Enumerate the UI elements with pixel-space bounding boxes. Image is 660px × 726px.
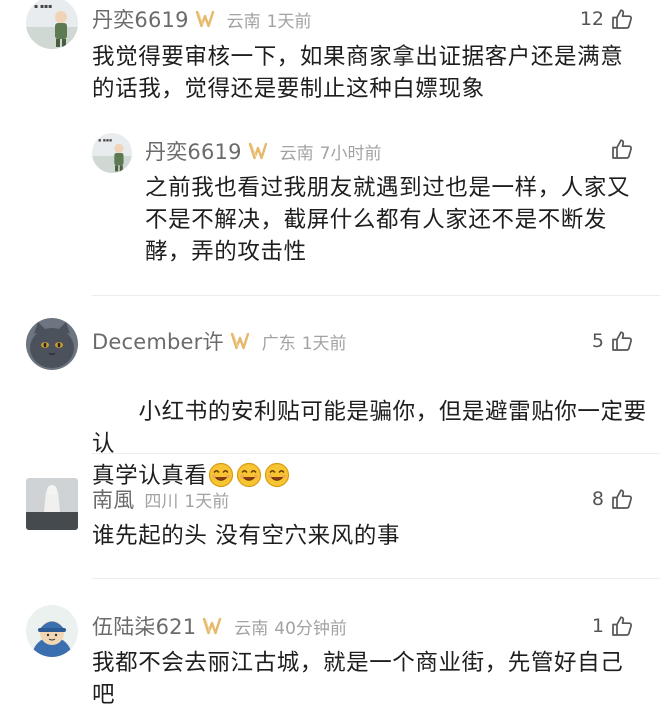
comment-meta: 伍陆柒621 云南 40分钟前 [92,611,347,641]
vip-badge-icon [228,330,252,352]
thumbs-up-icon [612,616,633,636]
username[interactable]: 南風 [92,484,134,514]
svg-text:▪ ▪▪▪: ▪ ▪▪▪ [34,3,52,10]
location: 四川 [144,491,179,512]
location: 广东 [261,333,296,354]
comment-item: 南風 四川 1天前 8 谁先起的头 没有空穴来风的事 [0,454,660,578]
like-button[interactable]: 5 [592,326,634,356]
timestamp: 1天前 [266,11,312,32]
location: 云南 [226,11,261,32]
comment-text: 谁先起的头 没有空穴来风的事 [92,523,401,549]
avatar[interactable] [26,318,78,370]
username[interactable]: December许 [92,326,224,356]
reply-meta: 丹奕6619 云南 7小时前 [145,136,381,166]
like-count: 8 [591,488,604,510]
vip-badge-icon [193,8,217,30]
comment-meta: 丹奕6619 云南 1天前 [92,4,311,34]
reply-text: 之前我也看过我朋友就遇到过也是一样，人家又 不是不解决，截屏什么都有人家还不是不… [145,175,631,265]
like-count: 1 [591,615,604,637]
avatar[interactable] [26,478,78,530]
avatar[interactable]: ▪ ▪▪▪ [26,0,78,49]
thumbs-up-icon [612,139,633,159]
location: 云南 [234,618,269,639]
timestamp: 1天前 [184,491,230,512]
timestamp: 40分钟前 [274,618,347,639]
reply-username[interactable]: 丹奕6619 [145,136,242,166]
avatar[interactable] [26,605,78,657]
like-count: 5 [591,330,604,352]
username[interactable]: 丹奕6619 [92,4,189,34]
reply-like-button[interactable] [604,134,634,164]
comment-list: ▪ ▪▪▪ 丹奕6619 云南 1天前 12 我觉得要审核一下，如果商家拿出证据… [0,0,660,726]
like-button[interactable]: 8 [592,484,634,514]
comment-meta: 南風 四川 1天前 [92,484,229,514]
thumbs-up-icon [612,331,633,351]
vip-badge-icon [200,615,224,637]
comment-text: 我觉得要审核一下，如果商家拿出证据客户还是满意 的话我，觉得还是要制止这种白嫖现… [92,44,624,102]
comment-item: December许 广东 1天前 5 小红书的安利贴可能是骗你，但是避雷贴你一定… [0,296,660,489]
reply-timestamp: 7小时前 [319,143,382,164]
vip-badge-icon [246,140,270,162]
reply-location: 云南 [279,143,314,164]
reply-avatar[interactable]: ▪ ▪▪▪ [92,133,132,173]
svg-text:▪ ▪▪▪: ▪ ▪▪▪ [98,138,112,143]
like-count: 12 [579,8,604,30]
comment-item: ▪ ▪▪▪ 丹奕6619 云南 1天前 12 我觉得要审核一下，如果商家拿出证据… [0,0,660,293]
thumbs-up-icon [612,489,633,509]
like-button[interactable]: 12 [580,4,634,34]
thumbs-up-icon [612,9,633,29]
timestamp: 1天前 [301,333,347,354]
comment-meta: December许 广东 1天前 [92,326,347,356]
comment-item: 伍陆柒621 云南 40分钟前 1 我都不会去丽江古城，就是一个商业街，先管好自… [0,579,660,726]
like-button[interactable]: 1 [592,611,634,641]
comment-text: 我都不会去丽江古城，就是一个商业街，先管好自己 吧 [92,650,624,708]
username[interactable]: 伍陆柒621 [92,611,196,641]
